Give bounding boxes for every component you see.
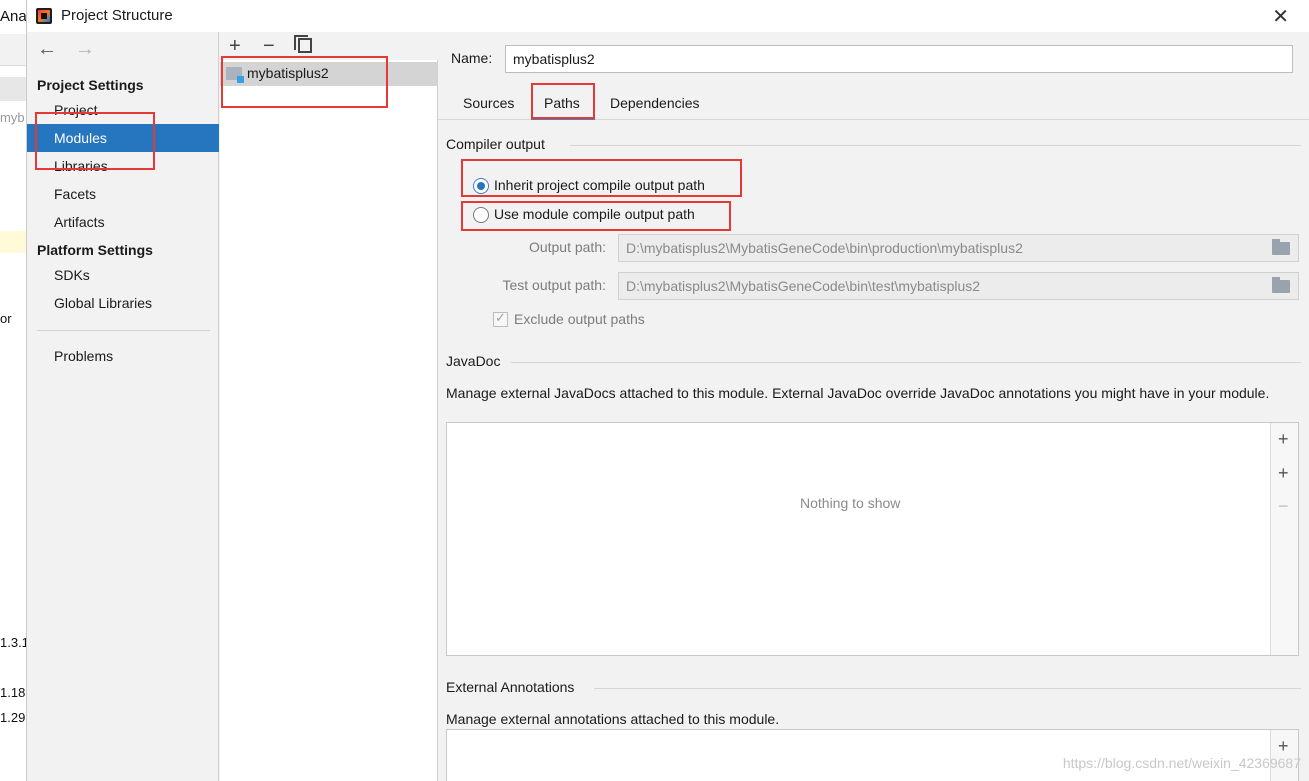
browse-folder-icon[interactable] (1272, 239, 1290, 255)
compiler-output-title: Compiler output (446, 136, 545, 152)
group-divider (594, 688, 1301, 689)
javadoc-title: JavaDoc (446, 353, 501, 369)
external-annotations-description: Manage external annotations attached to … (446, 711, 780, 727)
group-divider (570, 145, 1301, 146)
platform-settings-header: Platform Settings (37, 242, 153, 258)
test-output-path-field[interactable]: D:\mybatisplus2\MybatisGeneCode\bin\test… (618, 272, 1299, 300)
bg-text-fragment: 1.3.1 (0, 635, 27, 650)
forward-arrow-icon[interactable]: → (75, 38, 95, 61)
highlight-box-modules (35, 112, 155, 170)
bg-text-fragment: 1.29 (0, 710, 26, 725)
nav-item-artifacts[interactable]: Artifacts (27, 208, 219, 236)
intellij-app-icon (36, 8, 52, 24)
tab-sources[interactable]: Sources (463, 95, 514, 111)
highlight-box-paths-tab (531, 83, 595, 119)
group-divider (511, 362, 1301, 363)
watermark-text: https://blog.csdn.net/weixin_42369687 (1062, 755, 1301, 771)
bg-text-fragment: myb (0, 110, 25, 125)
name-label: Name: (451, 50, 493, 66)
dialog-title: Project Structure (61, 7, 173, 24)
nav-separator (37, 330, 210, 331)
highlight-box-module-item (221, 56, 388, 108)
title-bar: Project Structure ✕ (27, 0, 1309, 32)
javadoc-list[interactable]: Nothing to show + + − (446, 422, 1299, 656)
highlight-box-module-output (461, 201, 731, 231)
bg-toolbar (0, 34, 26, 66)
add-icon[interactable]: + (1278, 736, 1289, 757)
external-annotations-title: External Annotations (446, 679, 575, 695)
browse-folder-icon[interactable] (1272, 277, 1290, 293)
add-url-icon[interactable]: + (1278, 463, 1289, 484)
remove-module-icon[interactable]: − (263, 35, 275, 58)
highlight-box-inherit (461, 159, 742, 197)
project-structure-dialog: Project Structure ✕ ← → Project Settings… (27, 0, 1309, 781)
bg-text-fragment: 1.18 (0, 685, 26, 700)
module-list-pane: + − mybatisplus2 (220, 32, 438, 781)
test-output-path-value: D:\mybatisplus2\MybatisGeneCode\bin\test… (626, 278, 981, 294)
history-nav: ← → (37, 38, 109, 61)
output-path-value: D:\mybatisplus2\MybatisGeneCode\bin\prod… (626, 240, 1023, 256)
output-path-field[interactable]: D:\mybatisplus2\MybatisGeneCode\bin\prod… (618, 234, 1299, 262)
javadoc-description: Manage external JavaDocs attached to thi… (446, 385, 1270, 401)
remove-icon[interactable]: − (1278, 496, 1289, 517)
back-arrow-icon[interactable]: ← (37, 38, 57, 61)
bg-menu-fragment: Anal (0, 8, 27, 25)
bg-text-fragment: or (0, 311, 12, 326)
bg-tab-strip (0, 77, 26, 101)
add-icon[interactable]: + (1278, 429, 1289, 450)
output-path-label: Output path: (528, 239, 606, 255)
nav-item-facets[interactable]: Facets (27, 180, 219, 208)
nav-item-sdks[interactable]: SDKs (27, 261, 219, 289)
exclude-output-checkbox[interactable] (493, 310, 508, 327)
module-settings: Name: Sources Paths Dependencies Compile… (438, 32, 1309, 781)
tab-dependencies[interactable]: Dependencies (610, 95, 700, 111)
nav-item-problems[interactable]: Problems (27, 342, 219, 370)
module-name-input[interactable] (505, 45, 1293, 73)
empty-list-text: Nothing to show (800, 495, 901, 511)
copy-module-icon[interactable] (294, 35, 312, 53)
bg-highlight (0, 231, 26, 253)
exclude-output-label: Exclude output paths (514, 311, 645, 327)
background-ide-window: Anal myb or 1.3.1 1.18 1.29 (0, 0, 27, 781)
project-settings-header: Project Settings (37, 77, 144, 93)
close-icon[interactable]: ✕ (1272, 4, 1289, 29)
javadoc-list-toolbar: + + − (1270, 423, 1298, 655)
nav-item-global-libraries[interactable]: Global Libraries (27, 289, 219, 317)
test-output-path-label: Test output path: (502, 277, 606, 293)
add-module-icon[interactable]: + (229, 35, 241, 58)
